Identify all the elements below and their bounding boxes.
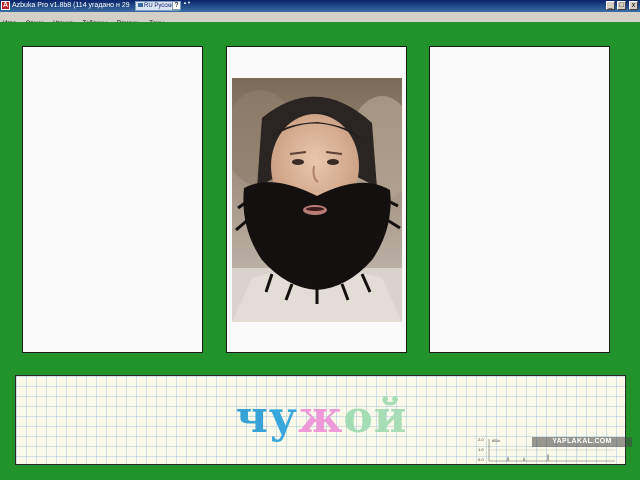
word-letter[interactable]: й — [374, 392, 408, 443]
picture-card-right[interactable] — [429, 46, 610, 353]
word-letter[interactable]: ч — [236, 392, 269, 443]
game-area: чужой 2.0 1.0 0.0 КБ/с — [0, 22, 640, 480]
watermark: YAPLAKAL.COM — [532, 437, 632, 447]
app-icon[interactable]: A — [1, 1, 10, 10]
y-tick-label: 1.0 — [478, 447, 484, 452]
language-scroll-arrows[interactable]: ▲▼ — [183, 1, 191, 10]
maximize-button[interactable]: □ — [617, 1, 626, 10]
picture-card-left[interactable] — [22, 46, 203, 353]
flag-icon — [138, 3, 143, 7]
word-letter[interactable]: у — [269, 392, 298, 443]
y-tick-label: 0.0 — [478, 457, 484, 462]
word-letter[interactable]: ж — [298, 392, 343, 443]
word-panel: чужой 2.0 1.0 0.0 КБ/с — [15, 375, 626, 465]
window-title: Azbuka Pro v1.8b8 (114 угадано н 29 — [12, 2, 130, 9]
bearded-child-photo — [232, 78, 402, 322]
y-tick-label: 2.0 — [478, 437, 484, 442]
minimize-button[interactable]: _ — [606, 1, 615, 10]
picture-card-center[interactable] — [226, 46, 407, 353]
close-button[interactable]: x — [629, 1, 638, 10]
graph-unit-label: КБ/с — [492, 438, 501, 443]
title-bar: A Azbuka Pro v1.8b8 (114 угадано н 29 RU… — [0, 0, 640, 12]
help-button[interactable]: ? — [172, 1, 181, 10]
word-letter[interactable]: о — [343, 392, 373, 443]
menu-bar: Игра Опции Чтение Таблицы Помощь Темы — [0, 12, 640, 27]
